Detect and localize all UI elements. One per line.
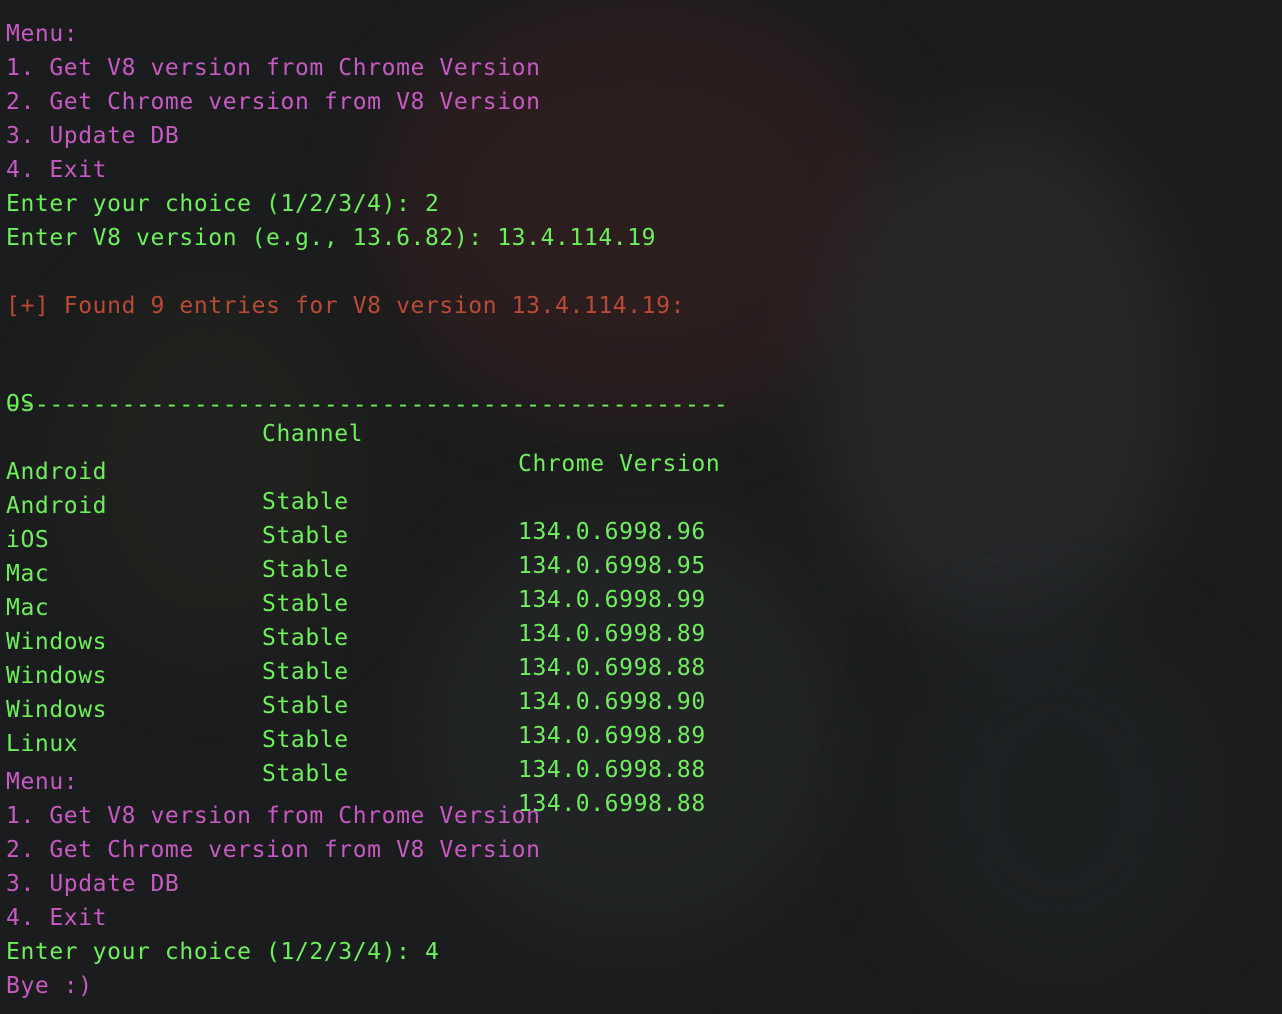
row-chrome-version: 134.0.6998.88 (518, 791, 706, 817)
table-row: Linux Stable 134.0.6998.88 (0, 699, 900, 817)
menu-title: Menu: (6, 21, 79, 47)
menu-item-1: 1. Get V8 version from Chrome Version (6, 55, 541, 81)
menu-item-2: 2. Get Chrome version from V8 Version (6, 837, 541, 863)
menu-item-4: 4. Exit (6, 157, 108, 183)
table-header: OS Channel Chrome Version (0, 359, 900, 477)
row-os: Linux (6, 731, 79, 757)
version-prompt: Enter V8 version (e.g., 13.6.82): 13.4.1… (6, 225, 657, 251)
table-row: Windows Stable 134.0.6998.88 (0, 665, 900, 783)
table-row: Mac Stable 134.0.6998.88 (0, 563, 900, 681)
table-row: Windows Stable 134.0.6998.90 (0, 597, 900, 715)
menu-item-4: 4. Exit (6, 905, 108, 931)
row-chrome-version: 134.0.6998.88 (518, 757, 706, 783)
menu-item-3: 3. Update DB (6, 871, 180, 897)
table-row: iOS Stable 134.0.6998.99 (0, 495, 900, 613)
terminal-window[interactable]: Menu: 1. Get V8 version from Chrome Vers… (0, 0, 1282, 1014)
menu-item-2: 2. Get Chrome version from V8 Version (6, 89, 541, 115)
row-channel: Stable (262, 727, 349, 753)
found-message: [+] Found 9 entries for V8 version 13.4.… (6, 293, 686, 319)
menu-item-1: 1. Get V8 version from Chrome Version (6, 803, 541, 829)
table-row: Android Stable 134.0.6998.95 (0, 461, 900, 579)
bye-message: Bye :) (6, 973, 93, 999)
table-row: Windows Stable 134.0.6998.89 (0, 631, 900, 749)
table-row: Android Stable 134.0.6998.96 (0, 427, 900, 545)
choice-prompt: Enter your choice (1/2/3/4): 2 (6, 191, 440, 217)
choice-prompt: Enter your choice (1/2/3/4): 4 (6, 939, 440, 965)
table-row: Mac Stable 134.0.6998.89 (0, 529, 900, 647)
row-channel: Stable (262, 761, 349, 787)
table-separator: ----------------------------------------… (6, 392, 729, 418)
menu-item-3: 3. Update DB (6, 123, 180, 149)
menu-title: Menu: (6, 769, 79, 795)
